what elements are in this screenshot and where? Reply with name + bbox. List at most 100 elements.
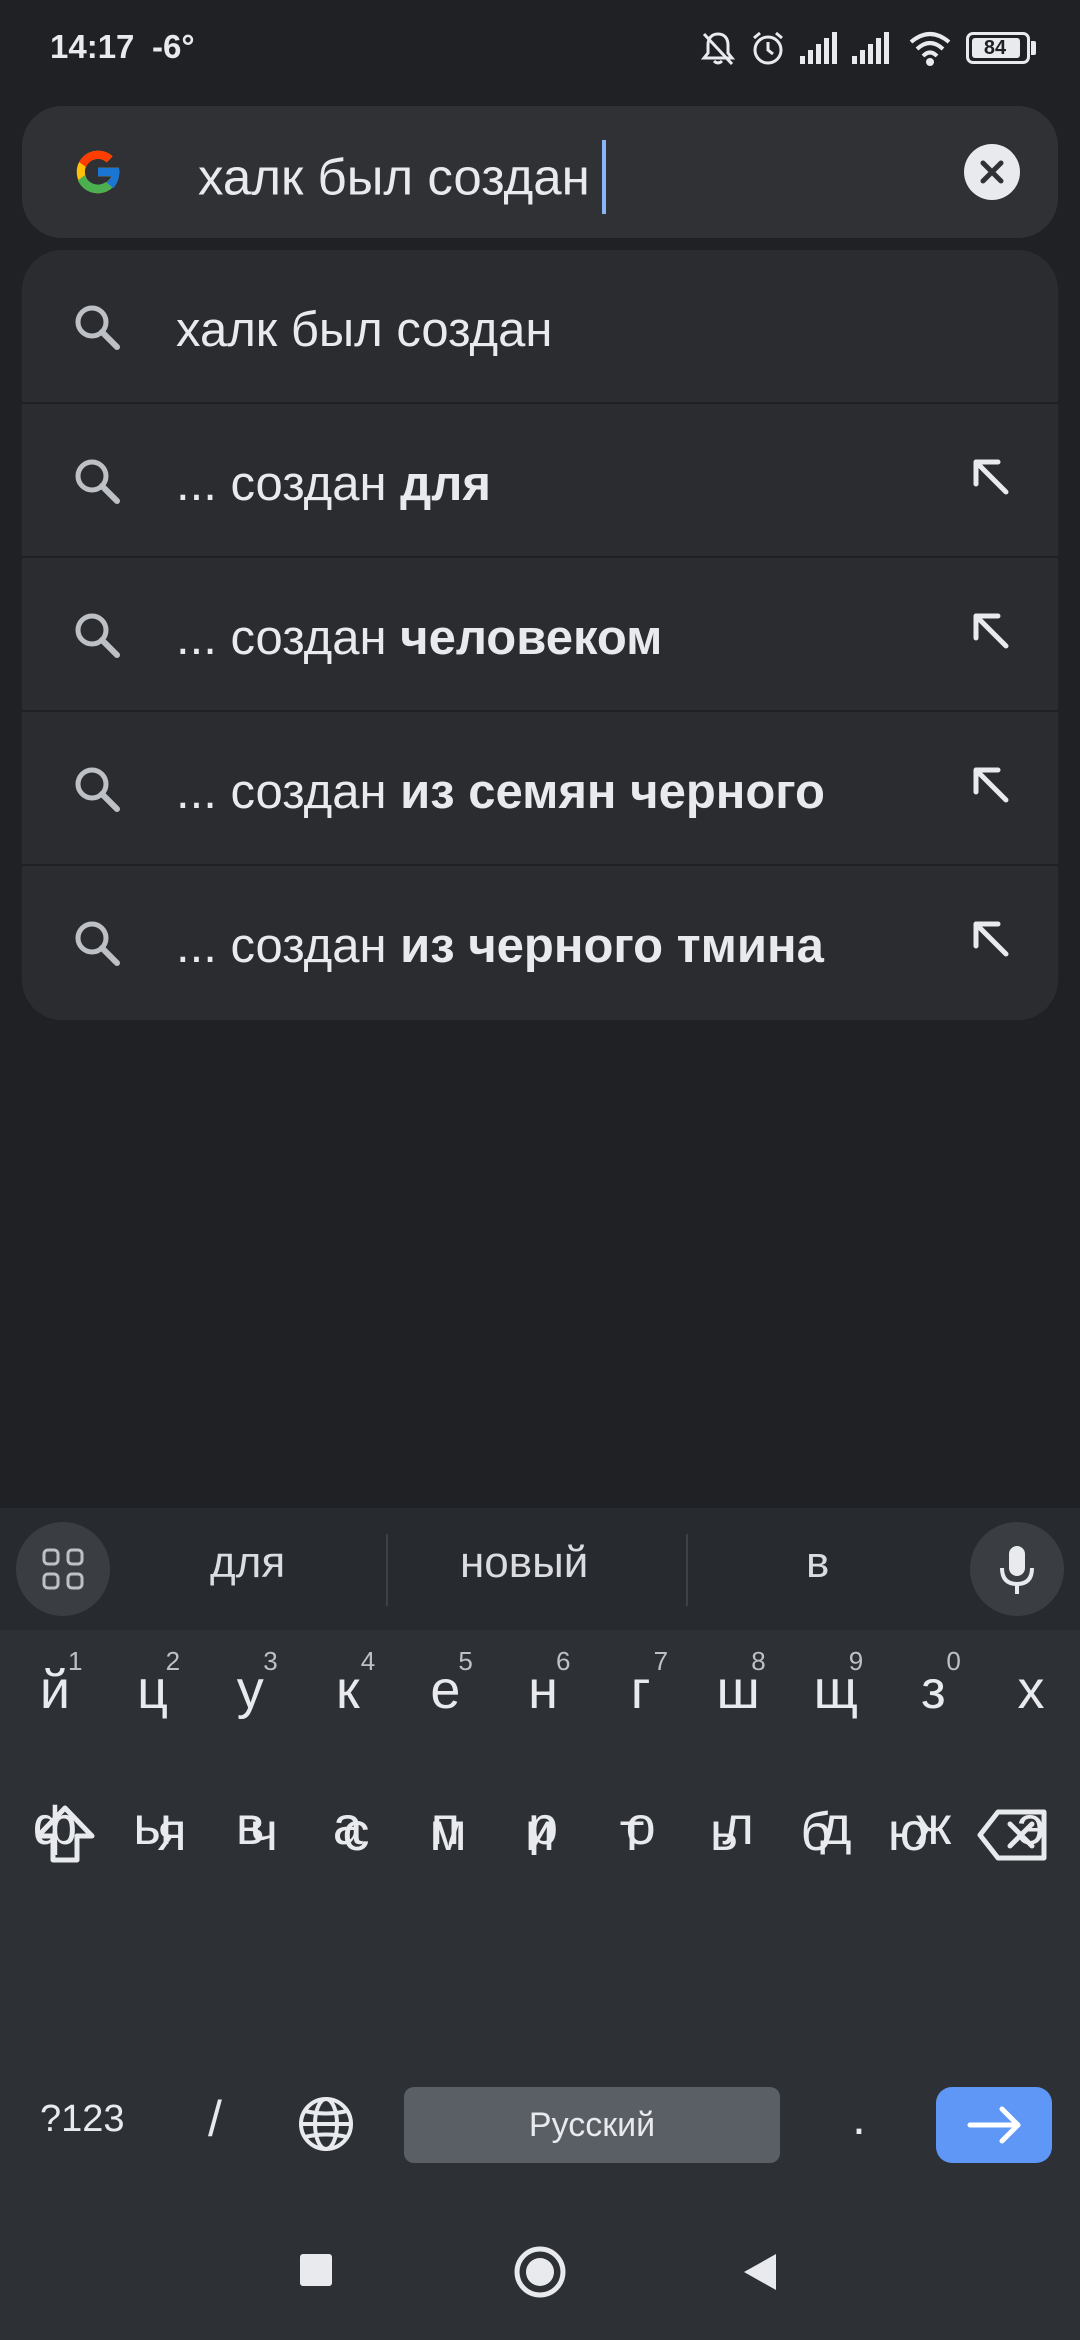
search-box[interactable]: халк был создан bbox=[22, 106, 1058, 238]
key-label: ш bbox=[716, 1660, 760, 1720]
search-icon bbox=[75, 305, 120, 350]
key[interactable]: з0 bbox=[884, 1630, 982, 1750]
key-label: и bbox=[524, 1802, 556, 1862]
key[interactable]: с bbox=[308, 1772, 404, 1892]
signal-icon bbox=[852, 32, 889, 64]
arrow-right-icon bbox=[967, 2106, 1021, 2144]
shift-key[interactable] bbox=[30, 1800, 100, 1870]
suggestion-text: халк был создан bbox=[176, 302, 552, 358]
suggestion-prefix: ... создан bbox=[176, 765, 401, 819]
key[interactable]: х bbox=[982, 1630, 1080, 1750]
key[interactable]: я bbox=[124, 1772, 220, 1892]
key-hint: 2 bbox=[165, 1646, 181, 1676]
key[interactable]: й1 bbox=[6, 1630, 104, 1750]
slash-key[interactable]: / bbox=[208, 2090, 222, 2148]
enter-key[interactable] bbox=[936, 2087, 1052, 2163]
suggestion-item[interactable]: халк был создан bbox=[22, 250, 1058, 404]
shift-icon bbox=[35, 1805, 95, 1863]
wifi-icon bbox=[909, 32, 951, 66]
key[interactable]: н6 bbox=[494, 1630, 592, 1750]
key[interactable]: ц2 bbox=[104, 1630, 202, 1750]
status-bar: 14:17 -6° 84 bbox=[0, 0, 1080, 96]
key[interactable]: у3 bbox=[201, 1630, 299, 1750]
key[interactable]: ю bbox=[860, 1772, 956, 1892]
fill-query-arrow-icon[interactable] bbox=[966, 608, 1014, 656]
recent-apps-button[interactable] bbox=[300, 2254, 332, 2286]
suggestion-item[interactable]: ... создан человеком bbox=[22, 558, 1058, 712]
keyboard-menu-button[interactable] bbox=[16, 1522, 110, 1616]
key[interactable]: м bbox=[400, 1772, 496, 1892]
symbols-key[interactable]: ?123 bbox=[40, 2098, 125, 2141]
screen: 14:17 -6° 84 халк был создан халк был со… bbox=[0, 0, 1080, 2340]
key-label: т bbox=[619, 1802, 645, 1862]
key[interactable]: и bbox=[492, 1772, 588, 1892]
backspace-key[interactable] bbox=[976, 1806, 1050, 1864]
suggestion-item[interactable]: ... создан из черного тмина bbox=[22, 866, 1058, 1020]
key-label: н bbox=[528, 1660, 558, 1720]
backspace-icon bbox=[977, 1809, 1047, 1861]
suggestion-list: халк был создан ... создан для ... созда… bbox=[22, 250, 1058, 1020]
suggestion-prefix: ... создан bbox=[176, 919, 401, 973]
suggestion-completion: из черного тмина bbox=[400, 919, 824, 973]
back-button[interactable] bbox=[742, 2252, 778, 2292]
key[interactable]: ь bbox=[676, 1772, 772, 1892]
suggestion-text: ... создан из семян черного bbox=[176, 764, 825, 820]
fill-query-arrow-icon[interactable] bbox=[966, 762, 1014, 810]
word-suggestion[interactable]: для bbox=[210, 1538, 285, 1588]
key[interactable]: ч bbox=[216, 1772, 312, 1892]
key-label: г bbox=[630, 1660, 651, 1720]
google-g-icon bbox=[76, 150, 121, 194]
key-hint: 9 bbox=[848, 1646, 864, 1676]
fill-query-arrow-icon[interactable] bbox=[966, 454, 1014, 502]
key-label: е bbox=[430, 1660, 461, 1720]
key[interactable]: щ9 bbox=[787, 1630, 885, 1750]
key-label: б bbox=[800, 1802, 832, 1862]
key-label: ю bbox=[887, 1802, 929, 1862]
key-hint: 7 bbox=[653, 1646, 669, 1676]
space-key[interactable]: Русский bbox=[404, 2087, 780, 2163]
divider bbox=[686, 1534, 688, 1606]
suggestion-prefix: ... создан bbox=[176, 611, 401, 665]
key-label: ц bbox=[137, 1660, 169, 1720]
voice-input-button[interactable] bbox=[970, 1522, 1064, 1616]
language-key[interactable] bbox=[296, 2094, 356, 2154]
word-suggestion[interactable]: новый bbox=[460, 1538, 588, 1588]
key-label: х bbox=[1017, 1660, 1045, 1720]
key[interactable]: т bbox=[584, 1772, 680, 1892]
key-label: м bbox=[429, 1802, 467, 1862]
key-label: й bbox=[39, 1660, 71, 1720]
word-suggestion[interactable]: в bbox=[806, 1538, 829, 1588]
key-label: щ bbox=[813, 1660, 859, 1720]
battery-level: 84 bbox=[983, 37, 1007, 59]
period-key[interactable]: . bbox=[852, 2088, 866, 2146]
key[interactable]: к4 bbox=[299, 1630, 397, 1750]
keyboard: для новый в й1ц2у3к4е5н6г7ш8щ9з0х фывапр… bbox=[0, 1508, 1080, 2202]
key[interactable]: г7 bbox=[592, 1630, 690, 1750]
suggestion-completion: для bbox=[400, 457, 491, 511]
clear-button[interactable] bbox=[964, 144, 1020, 200]
key[interactable]: б bbox=[768, 1772, 864, 1892]
search-input[interactable]: халк был создан bbox=[198, 140, 606, 218]
suggestion-item[interactable]: ... создан из семян черного bbox=[22, 712, 1058, 866]
search-query: халк был создан bbox=[198, 148, 590, 206]
grid-icon bbox=[42, 1548, 84, 1590]
status-time: 14:17 bbox=[50, 28, 135, 65]
key-label: у bbox=[236, 1660, 264, 1720]
key-hint: 3 bbox=[263, 1646, 278, 1676]
suggestion-item[interactable]: ... создан для bbox=[22, 404, 1058, 558]
key-hint: 4 bbox=[360, 1646, 376, 1676]
key-hint: 1 bbox=[68, 1646, 83, 1676]
search-icon bbox=[75, 459, 120, 504]
fill-query-arrow-icon[interactable] bbox=[966, 916, 1014, 964]
suggestion-text: ... создан для bbox=[176, 456, 491, 512]
key[interactable]: ш8 bbox=[689, 1630, 787, 1750]
home-button[interactable] bbox=[512, 2244, 568, 2300]
key-label: з bbox=[921, 1660, 946, 1720]
key[interactable]: е5 bbox=[396, 1630, 494, 1750]
suggestion-prefix: халк был создан bbox=[176, 303, 553, 357]
suggestion-prefix: ... создан bbox=[176, 457, 401, 511]
suggestion-text: ... создан человеком bbox=[176, 610, 662, 666]
key-hint: 8 bbox=[751, 1646, 766, 1676]
key-label: к bbox=[335, 1660, 360, 1720]
key-hint: 5 bbox=[458, 1646, 473, 1676]
